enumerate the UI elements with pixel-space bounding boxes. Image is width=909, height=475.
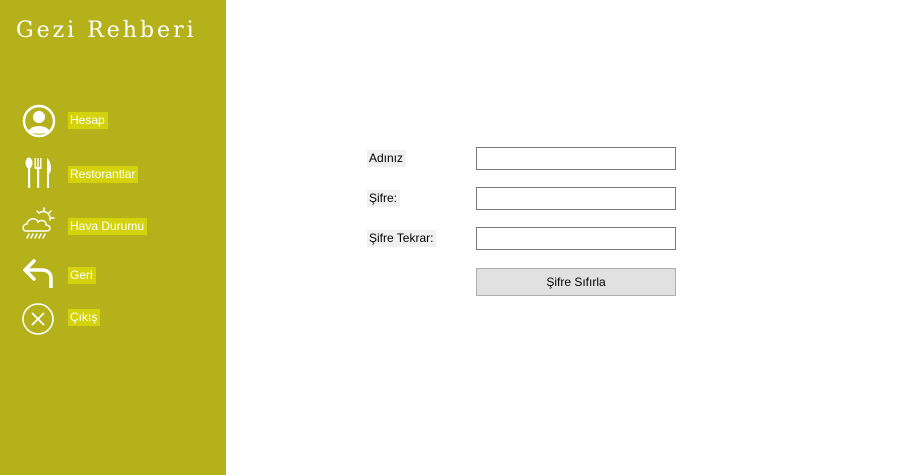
sidebar-item-restorantlar[interactable]: Restorantlar	[20, 154, 220, 194]
user-circle-icon	[20, 102, 58, 140]
sidebar-item-label: Geri	[68, 267, 96, 284]
password-repeat-label: Şifre Tekrar:	[367, 230, 437, 247]
name-label: Adınız	[367, 150, 407, 167]
sidebar: Gezi Rehberi Hesap Restorantlar Hava Dur…	[0, 0, 226, 475]
sidebar-item-cikis[interactable]: Çıkış	[20, 300, 220, 340]
sidebar-item-label: Hesap	[68, 112, 108, 129]
sidebar-item-hesap[interactable]: Hesap	[20, 102, 220, 142]
sidebar-item-hava-durumu[interactable]: Hava Durumu	[20, 206, 220, 246]
sidebar-item-geri[interactable]: Geri	[20, 256, 220, 296]
password-repeat-input[interactable]	[476, 227, 676, 250]
reset-password-button[interactable]: Şifre Sıfırla	[476, 268, 676, 296]
app-title: Gezi Rehberi	[16, 18, 197, 43]
weather-icon	[20, 206, 58, 244]
name-input[interactable]	[476, 147, 676, 170]
password-label: Şifre:	[367, 190, 401, 207]
sidebar-item-label: Çıkış	[68, 309, 101, 326]
sidebar-item-label: Hava Durumu	[68, 218, 148, 235]
password-input[interactable]	[476, 187, 676, 210]
cutlery-icon	[20, 154, 58, 192]
sidebar-item-label: Restorantlar	[68, 166, 139, 183]
back-arrow-icon	[20, 256, 58, 294]
close-circle-icon	[21, 300, 59, 338]
